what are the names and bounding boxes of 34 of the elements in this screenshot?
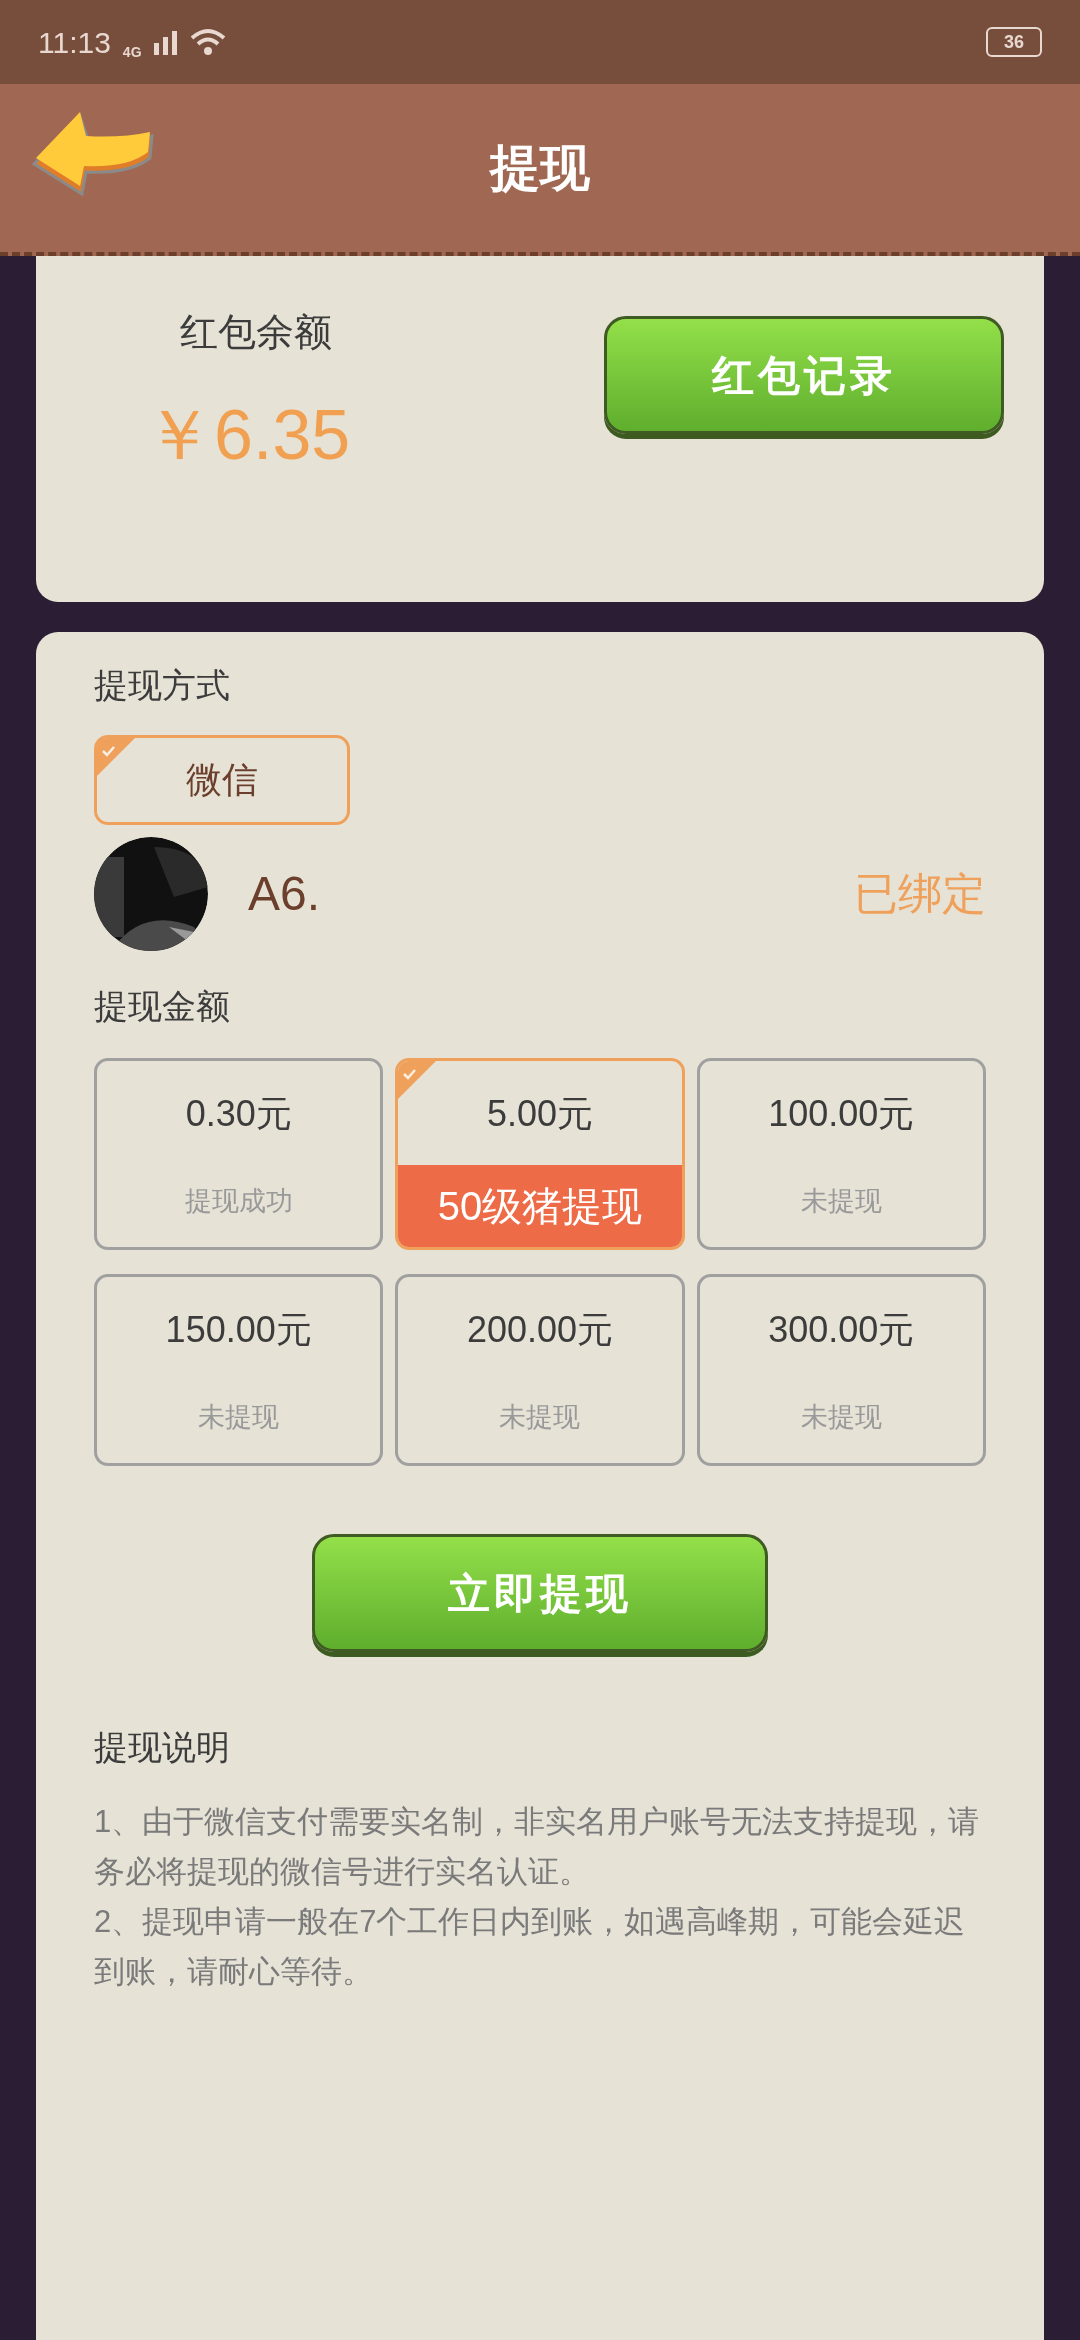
page-title: 提现 bbox=[490, 138, 590, 198]
balance-amount: ￥6.35 bbox=[144, 395, 351, 476]
section-title: 提现方式 bbox=[94, 665, 231, 706]
amount-value: 200.00元 bbox=[466, 1308, 614, 1352]
amount-value: 5.00元 bbox=[486, 1092, 594, 1136]
amount-option[interactable]: 150.00元 未提现 bbox=[94, 1274, 384, 1466]
method-option[interactable]: 微信 bbox=[94, 735, 350, 825]
note-text: 2、提现申请一般在7个工作日内到账，如遇高峰期，可能会延迟到账，请耐心等待。 bbox=[94, 1903, 967, 1991]
amount-status: 提现成功 bbox=[184, 1184, 293, 1218]
level-badge: 50级猪提现 bbox=[398, 1165, 682, 1247]
amount-value: 100.00元 bbox=[768, 1092, 915, 1136]
amount-status: 未提现 bbox=[499, 1400, 581, 1434]
amount-option[interactable]: 0.30元 提现成功 bbox=[94, 1058, 384, 1250]
amount-value: 0.30元 bbox=[185, 1092, 292, 1136]
amount-value: 300.00元 bbox=[768, 1308, 915, 1352]
signal-icon bbox=[153, 29, 178, 55]
amount-option[interactable]: 100.00元 未提现 bbox=[696, 1058, 986, 1250]
balance-label: 红包余额 bbox=[179, 310, 332, 355]
wifi-icon bbox=[189, 28, 226, 56]
bound-status: 已绑定 bbox=[854, 868, 986, 920]
amount-option[interactable]: 200.00元 未提现 bbox=[395, 1274, 685, 1466]
amount-status: 未提现 bbox=[198, 1400, 280, 1434]
amount-status: 未提现 bbox=[800, 1400, 882, 1434]
account-name: A6. bbox=[248, 866, 321, 922]
clock: 11:13 bbox=[38, 24, 111, 61]
note-text: 1、由于微信支付需要实名制，非实名用户账号无法支持提现，请务必将提现的微信号进行实名认证。 bbox=[94, 1803, 981, 1891]
amount-status: 未提现 bbox=[800, 1184, 882, 1218]
amount-value: 150.00元 bbox=[165, 1308, 312, 1352]
section-title: 提现金额 bbox=[94, 986, 231, 1027]
amount-option[interactable]: 300.00元 未提现 bbox=[696, 1274, 986, 1466]
network-label: 4G bbox=[122, 42, 142, 62]
battery-icon: 36 bbox=[986, 27, 1042, 57]
section-title: 提现说明 bbox=[94, 1727, 231, 1768]
amount-option[interactable]: 5.00元 50级猪提现 bbox=[395, 1058, 685, 1250]
